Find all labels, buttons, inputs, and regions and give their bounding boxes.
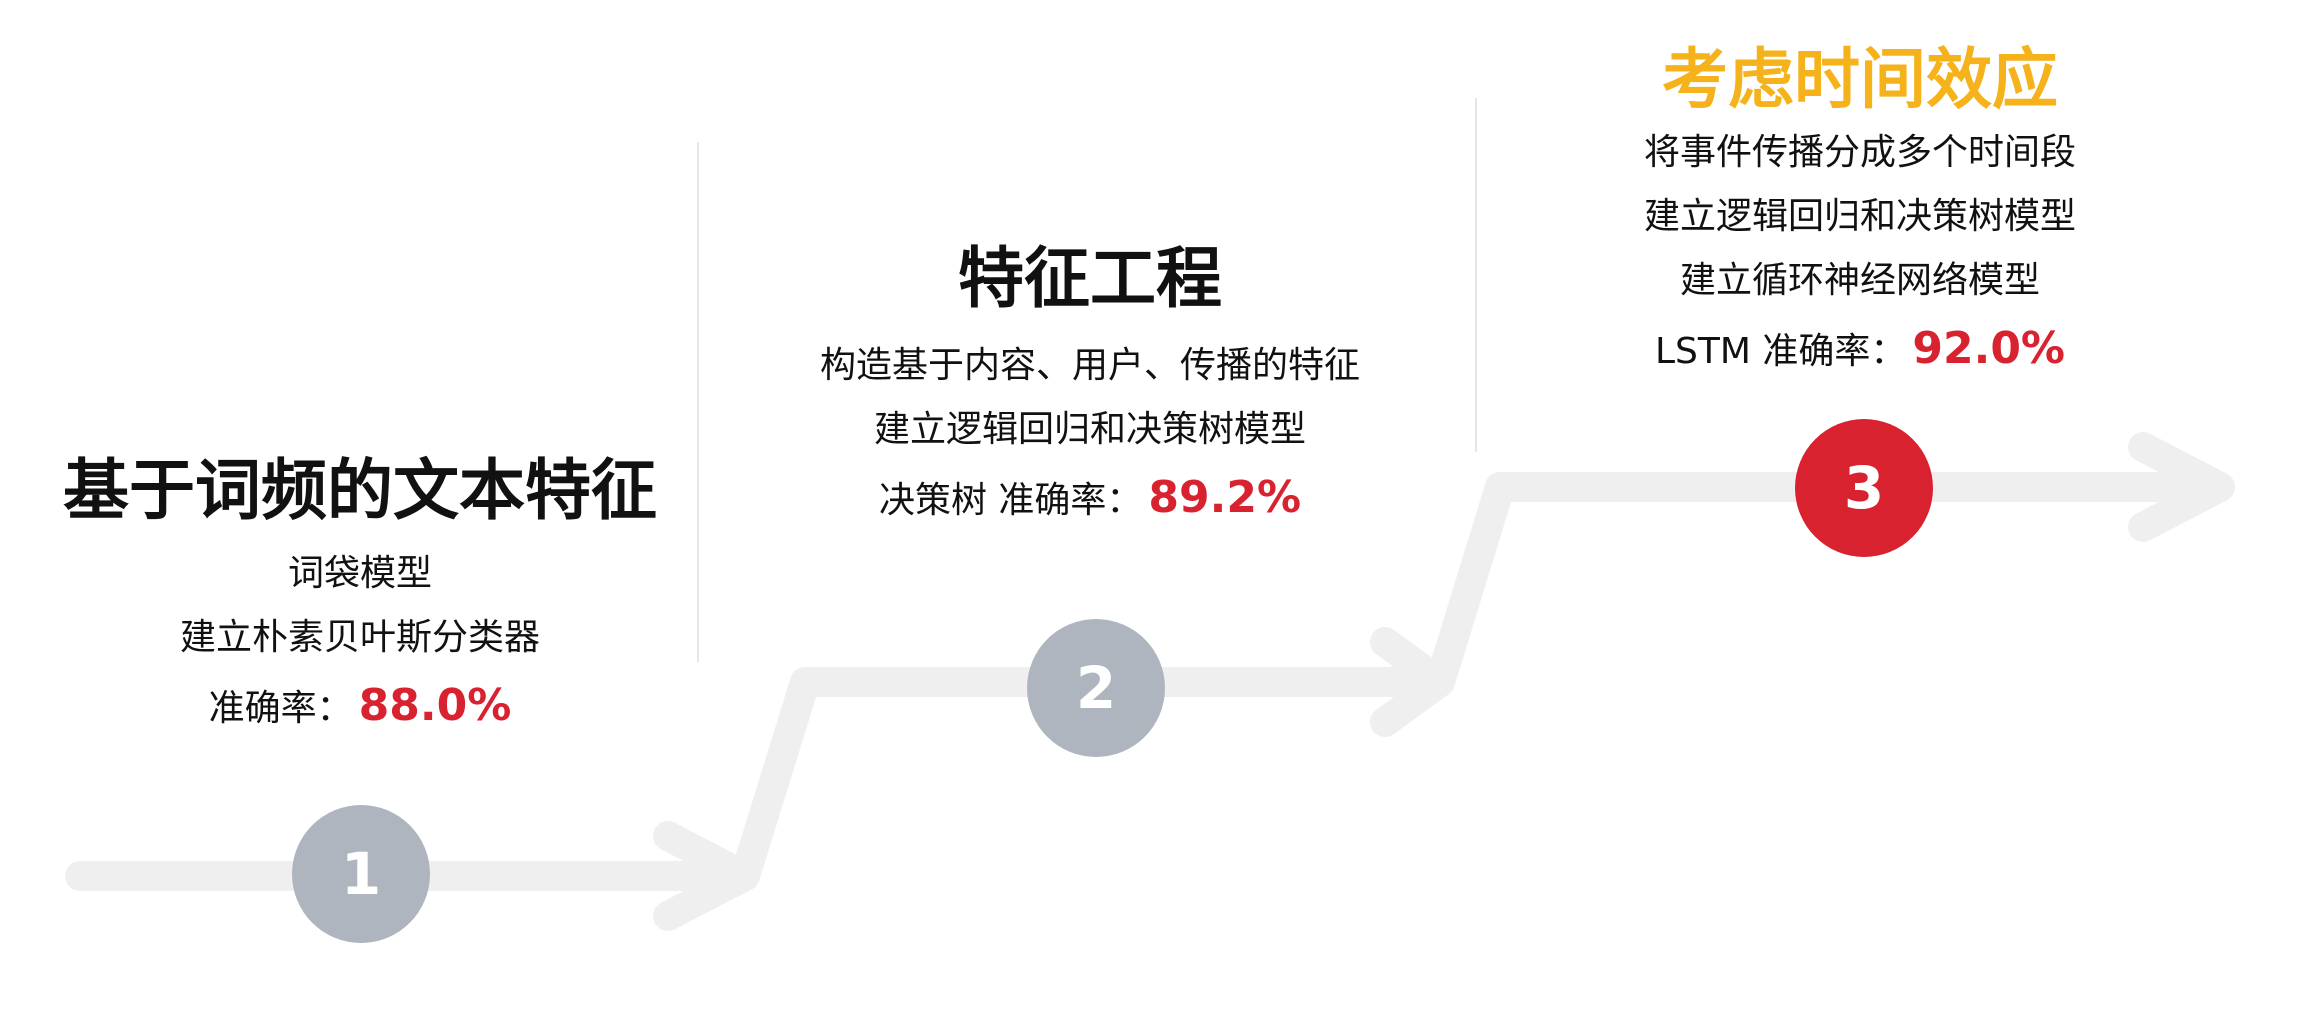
- stage-1-accuracy: 准确率： 88.0%: [60, 670, 660, 745]
- stage-1-line-2: 建立朴素贝叶斯分类器: [179, 616, 540, 658]
- stage-3-line-2: 建立逻辑回归和决策树模型: [1643, 195, 2076, 237]
- stage-3-title: 考虑时间效应: [1662, 41, 2058, 118]
- stage-3-line-1: 将事件传播分成多个时间段: [1643, 131, 2076, 173]
- stage-2-accuracy-label: 决策树 准确率：: [878, 479, 1143, 521]
- step-3-circle: 3: [1795, 419, 1933, 557]
- divider-1: [697, 142, 699, 662]
- stage-1-accuracy-value: 88.0%: [358, 679, 512, 731]
- stage-2-line-2: 建立逻辑回归和决策树模型: [873, 408, 1306, 450]
- stage-1-text: 基于词频的文本特征 词袋模型 建立朴素贝叶斯分类器 准确率： 88.0%: [60, 452, 660, 745]
- stage-3-accuracy: LSTM 准确率： 92.0%: [1560, 313, 2160, 388]
- stage-2-line-1: 构造基于内容、用户、传播的特征: [819, 344, 1360, 386]
- stage-3-accuracy-value: 92.0%: [1912, 322, 2066, 374]
- stage-3-text: 考虑时间效应 将事件传播分成多个时间段 建立逻辑回归和决策树模型 建立循环神经网…: [1560, 41, 2160, 388]
- stage-2-accuracy: 决策树 准确率： 89.2%: [790, 462, 1390, 537]
- timeline-diagram: 基于词频的文本特征 词袋模型 建立朴素贝叶斯分类器 准确率： 88.0% 1 特征…: [0, 0, 2299, 1018]
- stage-2-title: 特征工程: [958, 240, 1222, 317]
- stage-3-line-3: 建立循环神经网络模型: [1679, 259, 2040, 301]
- step-1-circle: 1: [292, 805, 430, 943]
- stage-1-accuracy-label: 准确率：: [208, 687, 353, 729]
- stage-1-line-1: 词袋模型: [287, 552, 432, 594]
- step-2-circle: 2: [1027, 619, 1165, 757]
- stage-2-text: 特征工程 构造基于内容、用户、传播的特征 建立逻辑回归和决策树模型 决策树 准确…: [790, 240, 1390, 537]
- stage-1-title: 基于词频的文本特征: [63, 452, 657, 529]
- divider-2: [1475, 98, 1477, 452]
- stage-3-accuracy-label: LSTM 准确率：: [1654, 330, 1907, 372]
- stage-2-accuracy-value: 89.2%: [1148, 471, 1302, 523]
